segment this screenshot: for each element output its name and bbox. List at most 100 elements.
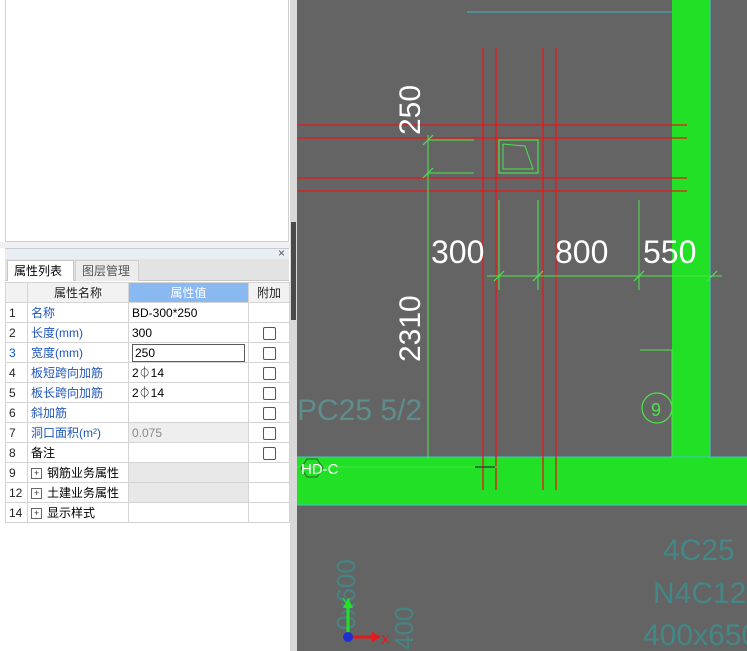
property-name: 板长跨向加筋: [27, 382, 129, 403]
property-table: 属性名称 属性值 附加 1 名称 BD-300*250 2 长度(mm) 300…: [5, 282, 290, 523]
size-label-bottom: 400: [389, 607, 419, 650]
extra-cell: [248, 302, 290, 323]
extra-cell: [248, 462, 290, 483]
group-name[interactable]: + 显示样式: [27, 502, 129, 523]
table-row[interactable]: 1 名称 BD-300*250: [5, 302, 290, 323]
extra-cell: [248, 502, 290, 523]
dim-text-2310: 2310: [394, 295, 427, 362]
row-number: 2: [5, 322, 28, 343]
row-number: 3: [5, 342, 28, 363]
close-icon[interactable]: ×: [278, 246, 285, 260]
extra-checkbox[interactable]: [262, 426, 276, 440]
table-row[interactable]: 4 板短跨向加筋 2⏀14: [5, 362, 290, 383]
extra-cell: [248, 362, 290, 383]
cad-canvas[interactable]: 400x6 250 300 800 550 2310 PC25 5/2 HD-C…: [297, 0, 747, 651]
properties-panel: × 属性列表 图层管理 属性名称 属性值 附加 1 名称 BD-300*250 …: [0, 0, 290, 651]
extra-cell: [248, 482, 290, 503]
slab-beam: [297, 457, 747, 505]
row-number: 4: [5, 362, 28, 383]
rebar-label-right: 4C25: [663, 534, 735, 567]
cad-drawing[interactable]: 400x6 250 300 800 550 2310 PC25 5/2 HD-C…: [297, 0, 747, 651]
group-name[interactable]: + 钢筋业务属性: [27, 462, 129, 483]
dim-text-250: 250: [394, 85, 427, 135]
property-name: 斜加筋: [27, 402, 129, 423]
panel-tabs: 属性列表 图层管理: [5, 259, 289, 281]
property-name: 洞口面积(m²): [27, 422, 129, 443]
group-value: [128, 482, 249, 503]
extra-checkbox[interactable]: [262, 406, 276, 420]
expand-icon[interactable]: +: [31, 488, 42, 500]
table-group-row[interactable]: 12 + 土建业务属性: [5, 482, 290, 503]
header-name[interactable]: 属性名称: [27, 282, 129, 303]
property-value[interactable]: 2⏀14: [128, 382, 249, 403]
extra-checkbox[interactable]: [262, 366, 276, 380]
drawing-list-area: [5, 0, 289, 242]
circle-label: 9: [651, 400, 661, 420]
tab-property-list[interactable]: 属性列表: [7, 260, 74, 281]
header-extra[interactable]: 附加: [248, 282, 290, 303]
extra-checkbox[interactable]: [262, 346, 276, 360]
table-header-row: 属性名称 属性值 附加: [5, 282, 290, 303]
size-label-right: 400x650: [643, 619, 747, 651]
x-axis-arrow-icon: [372, 632, 381, 642]
x-axis-label: X: [381, 632, 390, 647]
opening-symbol: [502, 143, 534, 170]
extra-checkbox[interactable]: [262, 446, 276, 460]
table-row[interactable]: 6 斜加筋: [5, 402, 290, 423]
table-row[interactable]: 7 洞口面积(m²) 0.075: [5, 422, 290, 443]
header-num: [5, 282, 28, 303]
rebar-label-right: N4C12: [653, 577, 746, 610]
dim-text-550: 550: [643, 234, 696, 270]
hd-label: HD-C: [301, 461, 339, 478]
extra-checkbox[interactable]: [262, 326, 276, 340]
row-number: 9: [5, 462, 28, 483]
property-value: 0.075: [128, 422, 249, 443]
extra-checkbox[interactable]: [262, 386, 276, 400]
extra-cell: [248, 382, 290, 403]
table-row-selected[interactable]: 3 宽度(mm) 250: [5, 342, 290, 363]
panel-splitter[interactable]: [290, 0, 297, 651]
property-name: 名称: [27, 302, 129, 323]
origin-icon: [343, 632, 353, 642]
group-value: [128, 502, 249, 523]
group-label: 土建业务属性: [47, 486, 120, 500]
tab-layer-management[interactable]: 图层管理: [75, 260, 139, 281]
row-number: 7: [5, 422, 28, 443]
property-name: 宽度(mm): [27, 342, 129, 363]
property-value[interactable]: [128, 442, 249, 463]
property-name: 备注: [27, 442, 129, 463]
rebar-label: PC25 5/2: [297, 394, 422, 427]
value-input[interactable]: 250: [132, 343, 245, 362]
splitter-handle[interactable]: [291, 222, 296, 320]
row-number: 8: [5, 442, 28, 463]
extra-cell: [248, 342, 290, 363]
row-number: 6: [5, 402, 28, 423]
extra-cell: [248, 402, 290, 423]
group-label: 显示样式: [47, 506, 96, 520]
property-value[interactable]: 2⏀14: [128, 362, 249, 383]
extra-cell: [248, 322, 290, 343]
table-row[interactable]: 5 板长跨向加筋 2⏀14: [5, 382, 290, 403]
expand-icon[interactable]: +: [31, 468, 42, 480]
row-number: 5: [5, 382, 28, 403]
property-value[interactable]: BD-300*250: [128, 302, 249, 323]
row-number: 14: [5, 502, 28, 523]
property-name: 长度(mm): [27, 322, 129, 343]
header-value[interactable]: 属性值: [128, 282, 249, 303]
table-group-row[interactable]: 14 + 显示样式: [5, 502, 290, 523]
group-value: [128, 462, 249, 483]
table-row[interactable]: 8 备注: [5, 442, 290, 463]
property-name: 板短跨向加筋: [27, 362, 129, 383]
group-label: 钢筋业务属性: [47, 466, 120, 480]
property-value[interactable]: 300: [128, 322, 249, 343]
row-number: 1: [5, 302, 28, 323]
property-value[interactable]: [128, 402, 249, 423]
property-value-editor[interactable]: 250: [128, 342, 249, 363]
table-row[interactable]: 2 长度(mm) 300: [5, 322, 290, 343]
expand-icon[interactable]: +: [31, 508, 42, 520]
row-number: 12: [5, 482, 28, 503]
y-axis-label: Y: [342, 595, 351, 610]
table-group-row[interactable]: 9 + 钢筋业务属性: [5, 462, 290, 483]
group-name[interactable]: + 土建业务属性: [27, 482, 129, 503]
dim-text-800: 800: [555, 234, 608, 270]
